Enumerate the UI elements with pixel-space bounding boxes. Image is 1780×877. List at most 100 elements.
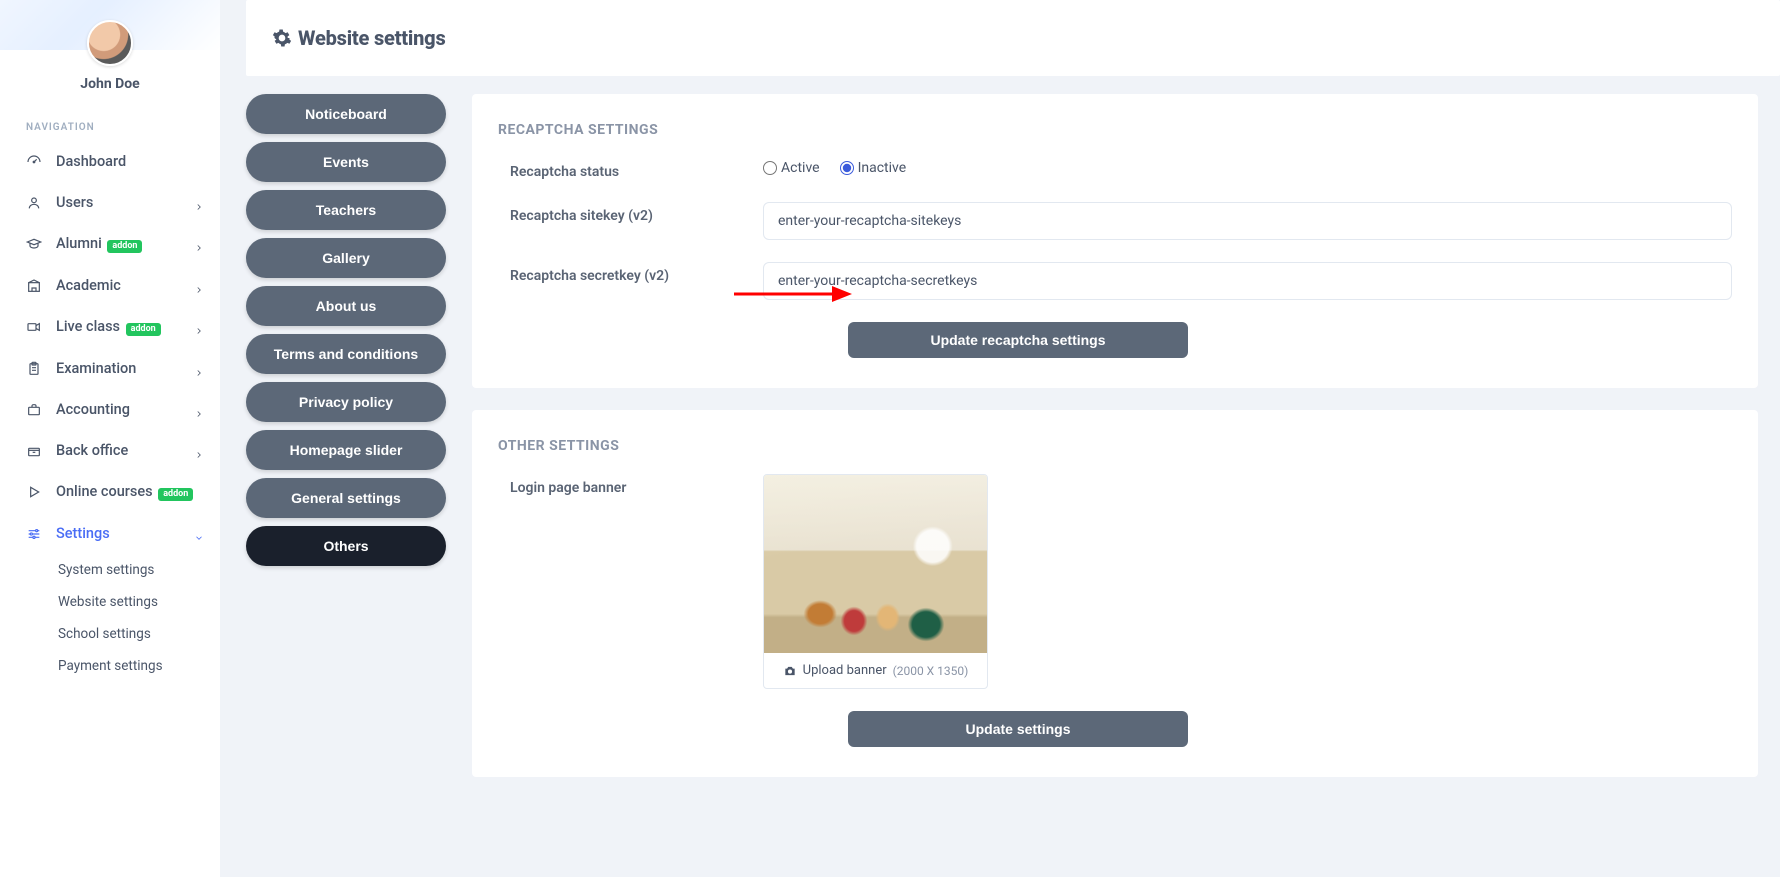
nav-item-users[interactable]: Users: [0, 182, 220, 223]
radio-inactive-label: Inactive: [858, 160, 907, 176]
nav-item-settings[interactable]: Settings: [0, 513, 220, 554]
chevron-right-icon: [194, 323, 202, 331]
page-title: Website settings: [298, 26, 446, 50]
update-recaptcha-button[interactable]: Update recaptcha settings: [848, 322, 1188, 358]
user-icon: [26, 195, 42, 211]
recaptcha-card: RECAPTCHA SETTINGS Recaptcha status Acti…: [472, 94, 1758, 388]
recaptcha-title: RECAPTCHA SETTINGS: [498, 122, 1732, 138]
nav-label: Academic: [56, 277, 180, 294]
banner-preview-image: [764, 475, 988, 653]
sub-tab-events[interactable]: Events: [246, 142, 446, 182]
banner-upload-label: Upload banner: [803, 663, 887, 678]
radio-active-input[interactable]: [763, 161, 777, 175]
nav-label-text: Alumni: [56, 235, 102, 252]
chevron-right-icon: [194, 240, 202, 248]
banner-caption: Upload banner (2000 X 1350): [764, 653, 987, 688]
nav-item-academic[interactable]: Academic: [0, 265, 220, 306]
building-icon: [26, 278, 42, 294]
nav-label: Users: [56, 194, 180, 211]
nav-label: Dashboard: [56, 153, 202, 170]
chevron-right-icon: [194, 199, 202, 207]
graduation-cap-icon: [26, 236, 42, 252]
nav-item-dashboard[interactable]: Dashboard: [0, 141, 220, 182]
other-settings-card: OTHER SETTINGS Login page banner Upload …: [472, 410, 1758, 777]
recaptcha-secretkey-input[interactable]: [763, 262, 1732, 300]
sub-tab-teachers[interactable]: Teachers: [246, 190, 446, 230]
radio-inactive-input[interactable]: [840, 161, 854, 175]
recaptcha-status-label: Recaptcha status: [498, 158, 763, 180]
sub-item-payment-settings[interactable]: Payment settings: [58, 650, 220, 682]
sidebar: John Doe NAVIGATION Dashboard Users Alum…: [0, 0, 220, 877]
briefcase-icon: [26, 402, 42, 418]
sub-item-website-settings[interactable]: Website settings: [58, 586, 220, 618]
nav-label: Live class addon: [56, 318, 180, 336]
chevron-down-icon: [194, 530, 202, 538]
box-icon: [26, 443, 42, 459]
nav-label: Settings: [56, 525, 180, 542]
nav-item-alumni[interactable]: Alumni addon: [0, 223, 220, 265]
camera-icon: [783, 664, 797, 678]
sub-tab-noticeboard[interactable]: Noticeboard: [246, 94, 446, 134]
sub-tab-privacy[interactable]: Privacy policy: [246, 382, 446, 422]
radio-inactive[interactable]: Inactive: [840, 160, 907, 176]
nav-item-live-class[interactable]: Live class addon: [0, 306, 220, 348]
gear-icon: [272, 28, 292, 48]
sliders-icon: [26, 526, 42, 542]
recaptcha-submit-row: Update recaptcha settings: [848, 322, 1732, 358]
nav-label: Accounting: [56, 401, 180, 418]
gauge-icon: [26, 154, 42, 170]
sub-item-system-settings[interactable]: System settings: [58, 554, 220, 586]
chevron-right-icon: [194, 447, 202, 455]
sub-tab-homepage-slider[interactable]: Homepage slider: [246, 430, 446, 470]
banner-label: Login page banner: [498, 474, 763, 496]
recaptcha-status-radios: Active Inactive: [763, 160, 1732, 176]
nav-label: Online courses addon: [56, 483, 202, 501]
other-settings-title: OTHER SETTINGS: [498, 438, 1732, 454]
main: Website settings Noticeboard Events Teac…: [220, 0, 1780, 877]
recaptcha-sitekey-label: Recaptcha sitekey (v2): [498, 202, 763, 224]
radio-active[interactable]: Active: [763, 160, 820, 176]
recaptcha-sitekey-input[interactable]: [763, 202, 1732, 240]
update-settings-button[interactable]: Update settings: [848, 711, 1188, 747]
recaptcha-secretkey-label: Recaptcha secretkey (v2): [498, 262, 763, 284]
sub-tab-others[interactable]: Others: [246, 526, 446, 566]
recaptcha-sitekey-row: Recaptcha sitekey (v2): [498, 202, 1732, 240]
recaptcha-secretkey-row: Recaptcha secretkey (v2): [498, 262, 1732, 300]
sub-tab-about-us[interactable]: About us: [246, 286, 446, 326]
other-submit-row: Update settings: [848, 711, 1732, 747]
nav-label-text: Live class: [56, 318, 120, 335]
nav-list: Dashboard Users Alumni addon: [0, 141, 220, 554]
banner-card[interactable]: Upload banner (2000 X 1350): [763, 474, 988, 689]
play-icon: [26, 484, 42, 500]
nav-item-accounting[interactable]: Accounting: [0, 389, 220, 430]
nav-item-online-courses[interactable]: Online courses addon: [0, 471, 220, 513]
sub-item-school-settings[interactable]: School settings: [58, 618, 220, 650]
sub-tab-general-settings[interactable]: General settings: [246, 478, 446, 518]
video-icon: [26, 319, 42, 335]
settings-sub-list: System settings Website settings School …: [0, 554, 220, 682]
nav-label: Alumni addon: [56, 235, 180, 253]
nav-item-examination[interactable]: Examination: [0, 348, 220, 389]
nav-label: Back office: [56, 442, 180, 459]
radio-active-label: Active: [781, 160, 820, 176]
banner-upload-dim: (2000 X 1350): [893, 664, 969, 678]
nav-heading: NAVIGATION: [0, 104, 220, 141]
nav-item-back-office[interactable]: Back office: [0, 430, 220, 471]
nav-label: Examination: [56, 360, 180, 377]
clipboard-icon: [26, 361, 42, 377]
recaptcha-status-row: Recaptcha status Active Inactive: [498, 158, 1732, 180]
sub-tab-terms[interactable]: Terms and conditions: [246, 334, 446, 374]
addon-badge: addon: [158, 488, 193, 501]
forms-column: RECAPTCHA SETTINGS Recaptcha status Acti…: [472, 94, 1780, 777]
content-row: Noticeboard Events Teachers Gallery Abou…: [220, 94, 1780, 877]
addon-badge: addon: [107, 240, 142, 253]
addon-badge: addon: [126, 323, 161, 336]
sub-tab-gallery[interactable]: Gallery: [246, 238, 446, 278]
banner-row: Login page banner Upload banner (2000 X …: [498, 474, 1732, 689]
page-header: Website settings: [246, 0, 1780, 76]
profile-name: John Doe: [80, 76, 139, 92]
nav-label-text: Online courses: [56, 483, 153, 500]
profile-block: John Doe: [0, 0, 220, 104]
sub-tabs: Noticeboard Events Teachers Gallery Abou…: [246, 94, 446, 777]
avatar[interactable]: [87, 20, 133, 66]
